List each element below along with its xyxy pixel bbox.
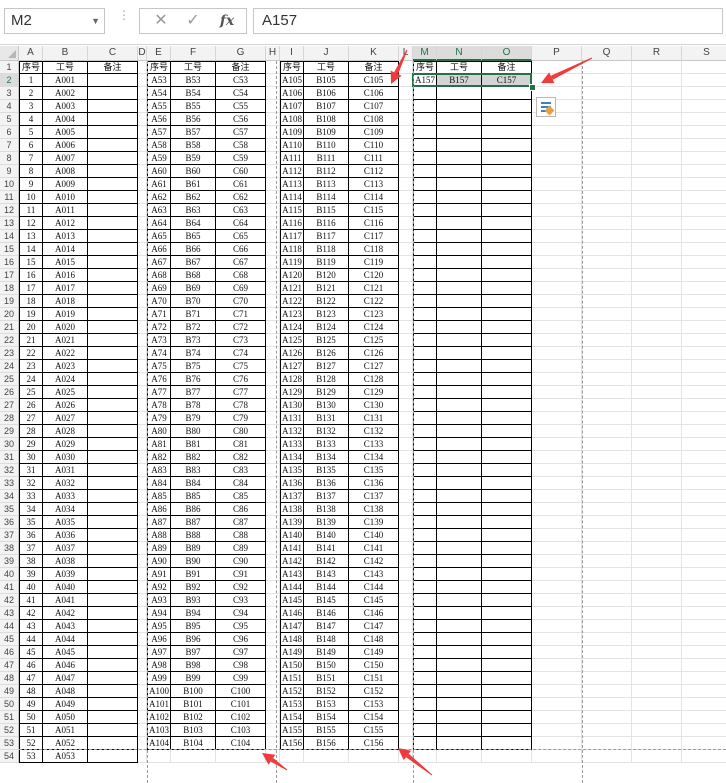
worksheet-grid[interactable]: ABCDEFGHIJKLMNOPQRS 12345678910111213141… [0,46,726,783]
chevron-down-icon[interactable]: ▼ [91,9,100,33]
formula-input[interactable]: A157 [253,8,723,34]
annotation-arrow-k1 [390,49,408,84]
fx-icon[interactable]: fx [214,9,240,33]
annotation-arrow-o2 [541,57,593,84]
name-box-value: M2 [11,12,32,29]
formula-bar-area: M2 ▼ ⋮ ✕ ✓ fx A157 [0,0,726,45]
check-icon[interactable]: ✓ [180,9,206,33]
formula-buttons: ✕ ✓ fx [139,8,247,34]
annotation-arrows [262,49,593,776]
annotation-arrow-g53 [262,753,288,771]
annotation-arrow-k53 [398,748,433,776]
name-box[interactable]: M2 ▼ [4,8,105,34]
cancel-icon[interactable]: ✕ [148,9,174,33]
drag-handle-icon[interactable]: ⋮ [118,9,130,32]
